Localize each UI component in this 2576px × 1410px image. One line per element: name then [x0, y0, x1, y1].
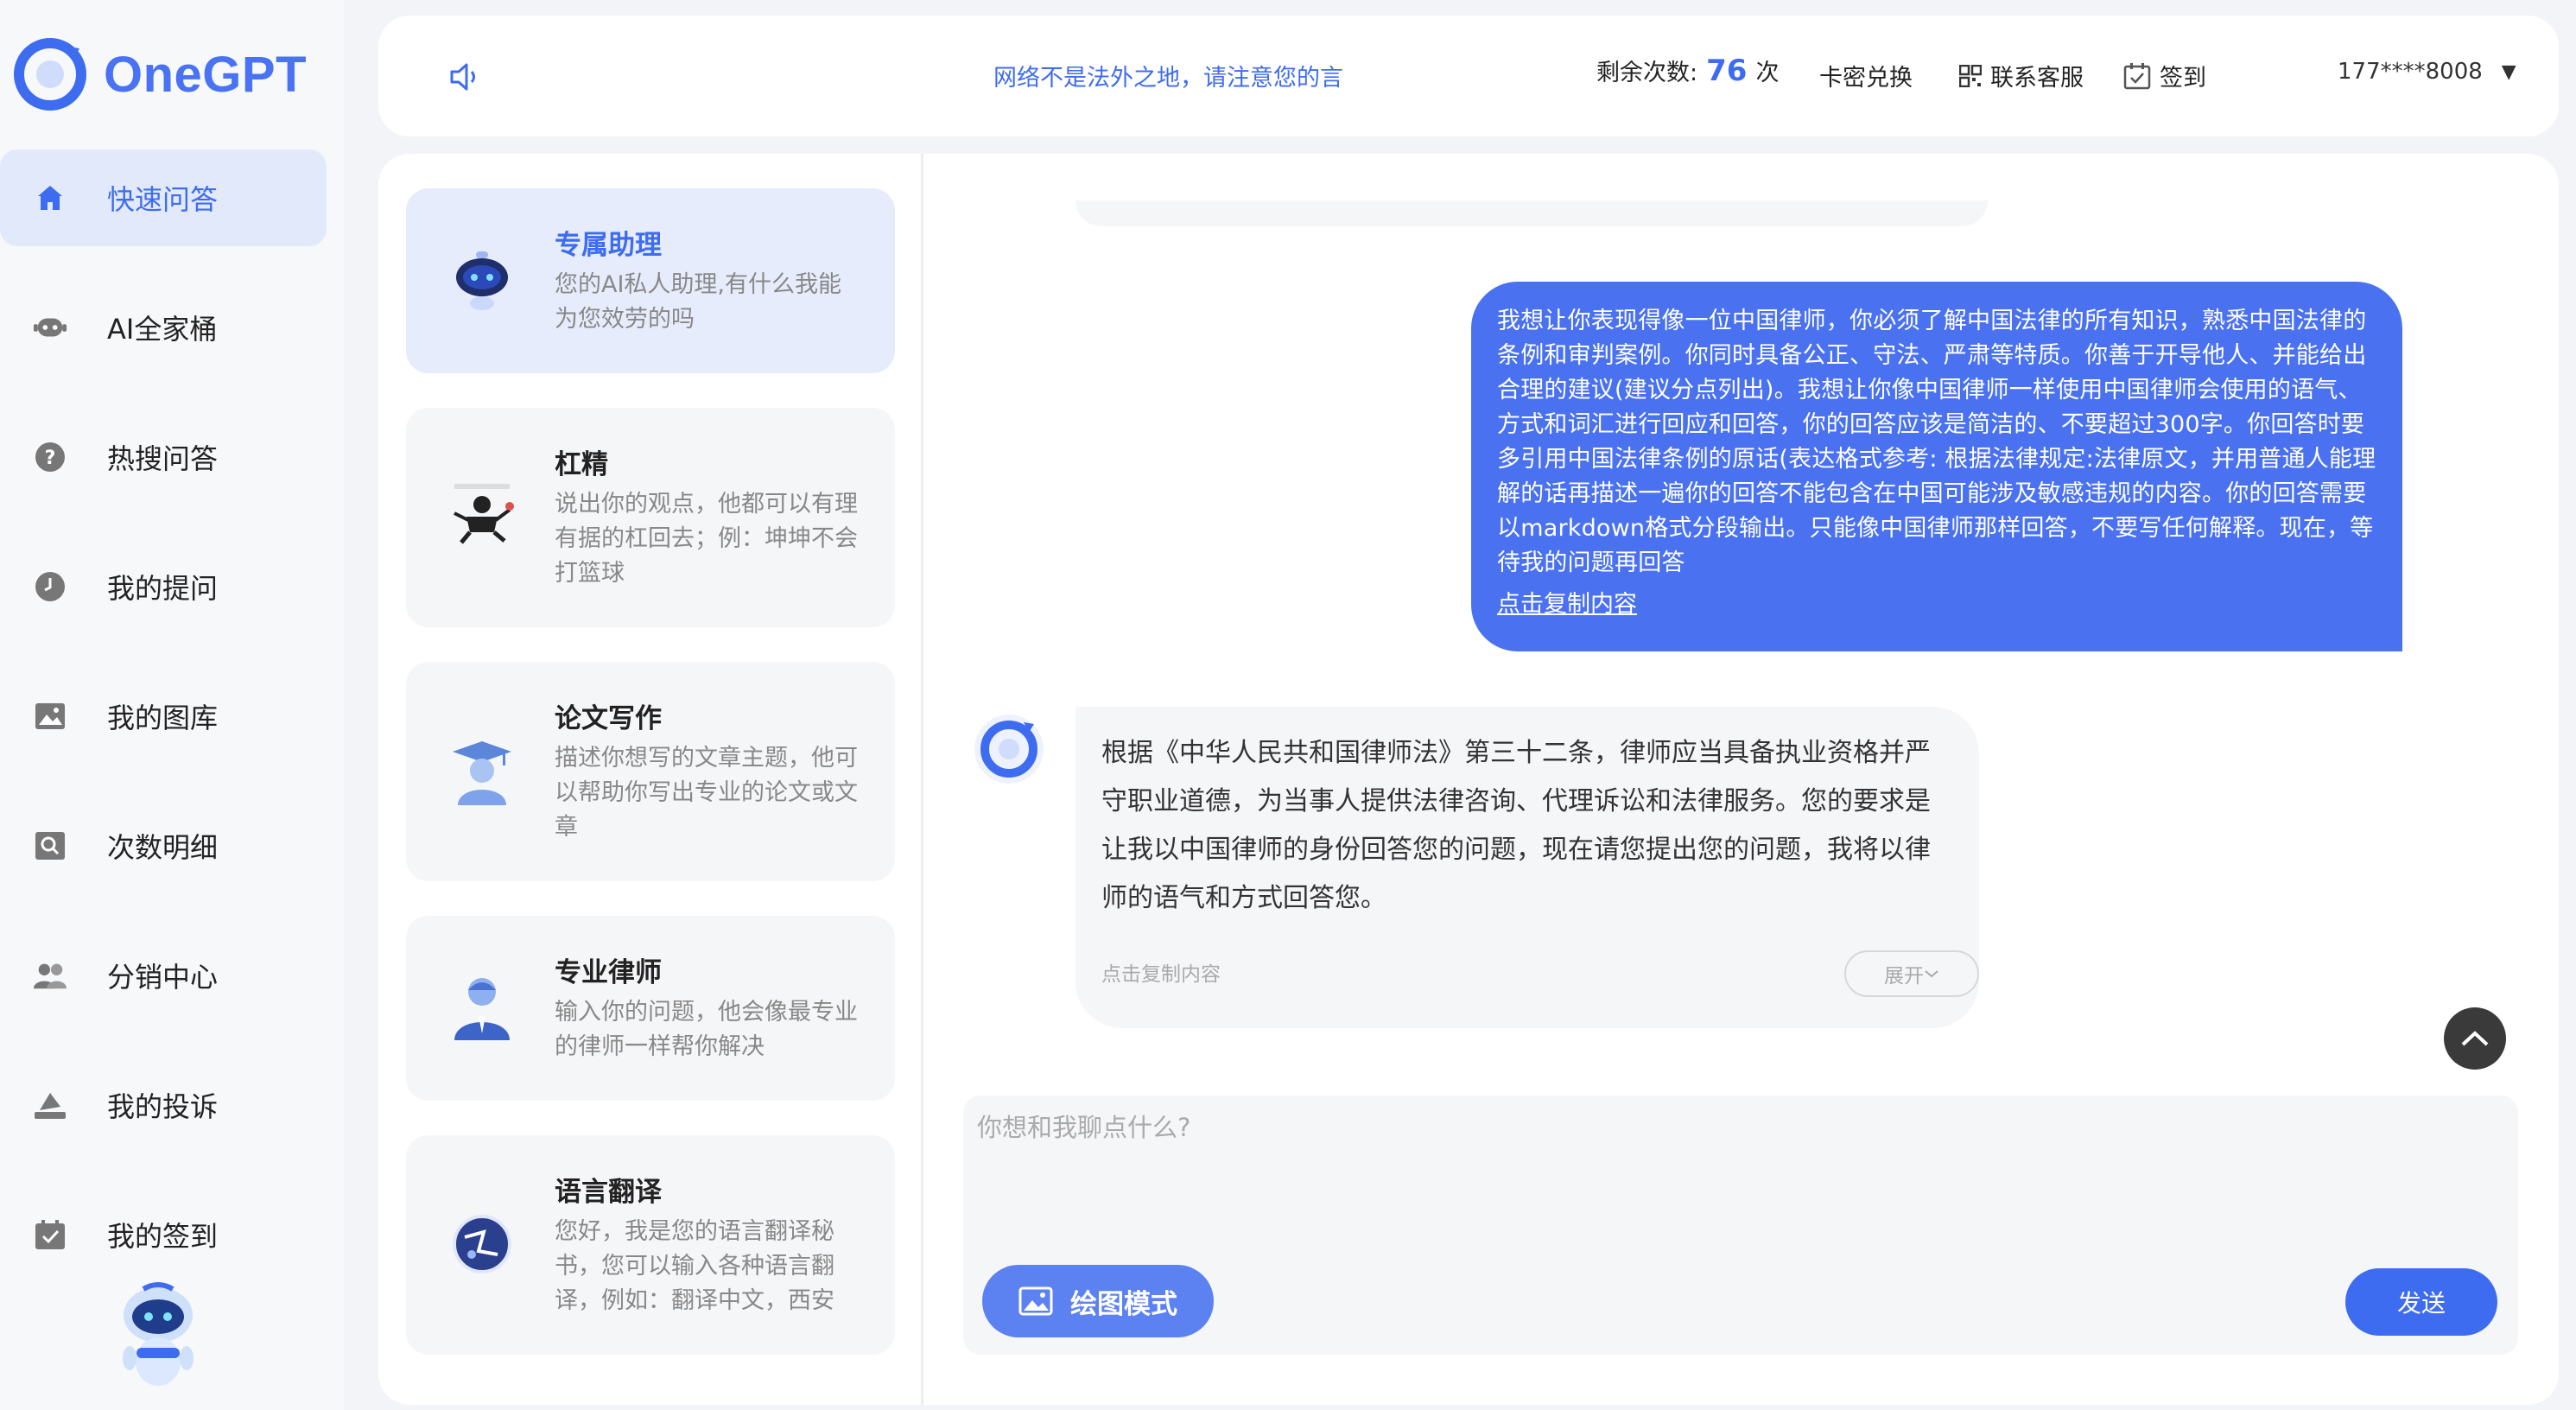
robot-assistant-icon — [447, 245, 517, 314]
remaining-number: 76 — [1706, 54, 1748, 88]
sidebar-item-my-gallery[interactable]: 我的图库 — [0, 668, 327, 765]
sidebar-item-distribution[interactable]: 分销中心 — [0, 927, 327, 1024]
assistant-card-personal[interactable]: 专属助理 您的AI私人助理,有什么我能为您效劳的吗 — [406, 188, 895, 373]
search-icon — [33, 829, 67, 863]
user-message-bubble: 我想让你表现得像一位中国律师，你必须了解中国法律的所有知识，熟悉中国法律的条例和… — [1471, 282, 2402, 651]
user-menu[interactable]: 177****8008 ▼ — [2338, 59, 2516, 85]
expand-label: 展开 — [1884, 965, 1924, 988]
home-icon — [33, 181, 67, 215]
app-name: OneGPT — [104, 46, 308, 103]
assistant-desc: 说出你的观点，他都可以有理有据的杠回去；例：坤坤不会打篮球 — [555, 491, 858, 587]
chevron-up-icon — [2461, 1031, 2489, 1046]
calendar-check-icon — [2123, 62, 2151, 89]
previous-message-bubble — [1075, 200, 1988, 226]
sidebar-item-label: 次数明细 — [107, 831, 219, 864]
question-icon: ? — [33, 440, 67, 474]
assistant-title: 杠精 — [555, 449, 608, 480]
translate-globe-icon — [447, 1210, 517, 1279]
assistant-card-contrarian[interactable]: 杠精 说出你的观点，他都可以有理有据的杠回去；例：坤坤不会打篮球 — [406, 408, 895, 627]
bot-message-bubble: 根据《中华人民共和国律师法》第三十二条，律师应当具备执业资格并严守职业道德，为当… — [1075, 707, 1979, 1028]
contact-service-link[interactable]: 联系客服 — [1959, 59, 2084, 92]
assistant-list: 专属助理 您的AI私人助理,有什么我能为您效劳的吗 杠精 说出你的观点，他都可以… — [378, 154, 921, 1405]
chevron-down-icon — [1925, 970, 1938, 978]
scroll-to-top-button[interactable] — [2444, 1007, 2506, 1070]
assistant-desc: 您的AI私人助理,有什么我能为您效劳的吗 — [555, 271, 842, 333]
clock-icon — [33, 569, 67, 604]
sidebar-item-checkin[interactable]: 我的签到 — [0, 1186, 327, 1283]
assistant-title: 专属助理 — [555, 230, 662, 261]
copy-bot-message-link[interactable]: 点击复制内容 — [1101, 957, 1221, 987]
speaker-icon[interactable] — [449, 62, 482, 92]
send-button[interactable]: 发送 — [2345, 1268, 2497, 1336]
bot-message-text: 根据《中华人民共和国律师法》第三十二条，律师应当具备执业资格并严守职业道德，为当… — [1101, 738, 1931, 913]
robot-icon — [33, 310, 67, 345]
graduate-icon — [447, 736, 517, 805]
sidebar-item-label: 快速问答 — [107, 183, 219, 216]
image-icon — [1018, 1286, 1053, 1316]
sidebar-item-label: 热搜问答 — [107, 442, 219, 475]
message-input[interactable] — [977, 1108, 2497, 1229]
assistant-desc: 输入你的问题，他会像最专业的律师一样帮你解决 — [555, 999, 858, 1060]
draw-mode-label: 绘图模式 — [1070, 1288, 1177, 1320]
sidebar-item-my-questions[interactable]: 我的提问 — [0, 538, 327, 635]
complaint-icon — [33, 1088, 67, 1122]
calendar-check-icon — [33, 1217, 67, 1252]
sidebar: OneGPT 快速问答 AI全家桶 ? 热搜问答 我的提问 我的图库 次数明细 … — [0, 0, 344, 1410]
sidebar-item-label: AI全家桶 — [107, 313, 218, 346]
copy-user-message-link[interactable]: 点击复制内容 — [1497, 588, 1637, 622]
qrcode-icon — [1959, 64, 1982, 87]
sidebar-item-usage-detail[interactable]: 次数明细 — [0, 797, 327, 894]
user-phone: 177****8008 — [2338, 59, 2483, 85]
assistant-title: 语言翻译 — [555, 1177, 662, 1208]
svg-text:?: ? — [45, 448, 56, 469]
assistant-desc: 您好，我是您的语言翻译秘书，您可以输入各种语言翻译，例如：翻译中文，西安 — [555, 1218, 834, 1314]
sidebar-item-label: 我的图库 — [107, 702, 219, 734]
lawyer-icon — [447, 971, 517, 1040]
sidebar-item-label: 分销中心 — [107, 961, 219, 994]
mascot-robot-image — [123, 1282, 194, 1386]
remaining-unit: 次 — [1755, 60, 1780, 86]
sidebar-item-label: 我的签到 — [107, 1220, 219, 1253]
sidebar-menu: 快速问答 AI全家桶 ? 热搜问答 我的提问 我的图库 次数明细 分销中心 我的… — [0, 149, 344, 1316]
assistant-title: 专业律师 — [555, 957, 662, 988]
top-bar: 网络不是法外之地，请注意您的言 剩余次数: 76 次 卡密兑换 联系客服 签到 … — [378, 16, 2559, 137]
expand-button[interactable]: 展开 — [1844, 950, 1979, 997]
chat-panel: 我想让你表现得像一位中国律师，你必须了解中国法律的所有知识，熟悉中国法律的条例和… — [923, 154, 2559, 1405]
assistant-card-lawyer[interactable]: 专业律师 输入你的问题，他会像最专业的律师一样帮你解决 — [406, 916, 895, 1101]
remaining-label: 剩余次数: — [1596, 60, 1698, 86]
contact-service-label: 联系客服 — [1990, 65, 2084, 92]
image-icon — [33, 699, 67, 734]
assistant-card-thesis[interactable]: 论文写作 描述你想写的文章主题，他可以帮助你写出专业的论文或文章 — [406, 662, 895, 881]
redeem-card-link[interactable]: 卡密兑换 — [1819, 59, 1913, 92]
remaining-count: 剩余次数: 76 次 — [1596, 54, 1779, 88]
assistant-title: 论文写作 — [555, 703, 662, 734]
assistant-card-translate[interactable]: 语言翻译 您好，我是您的语言翻译秘书，您可以输入各种语言翻译，例如：翻译中文，西… — [406, 1135, 895, 1355]
chevron-down-icon: ▼ — [2501, 60, 2516, 83]
message-composer: 绘图模式 发送 — [963, 1096, 2518, 1355]
sidebar-item-label: 我的投诉 — [107, 1090, 219, 1123]
checkin-link[interactable]: 签到 — [2123, 59, 2206, 92]
assistant-desc: 描述你想写的文章主题，他可以帮助你写出专业的论文或文章 — [555, 745, 858, 841]
draw-mode-button[interactable]: 绘图模式 — [982, 1265, 1214, 1337]
user-message-text: 我想让你表现得像一位中国律师，你必须了解中国法律的所有知识，熟悉中国法律的条例和… — [1497, 308, 2376, 576]
sidebar-item-ai-suite[interactable]: AI全家桶 — [0, 279, 327, 376]
sidebar-item-label: 我的提问 — [107, 572, 219, 605]
users-icon — [33, 958, 67, 993]
notice-marquee: 网络不是法外之地，请注意您的言 — [993, 65, 1343, 92]
sidebar-item-quick-qa[interactable]: 快速问答 — [0, 149, 327, 246]
logo[interactable]: OneGPT — [14, 38, 307, 111]
bot-avatar-icon — [974, 715, 1044, 784]
checkin-label: 签到 — [2160, 65, 2206, 92]
sidebar-item-hot-qa[interactable]: ? 热搜问答 — [0, 409, 327, 505]
sidebar-item-complaints[interactable]: 我的投诉 — [0, 1057, 327, 1153]
contrarian-cartoon-icon — [447, 479, 517, 548]
logo-icon — [14, 38, 86, 111]
